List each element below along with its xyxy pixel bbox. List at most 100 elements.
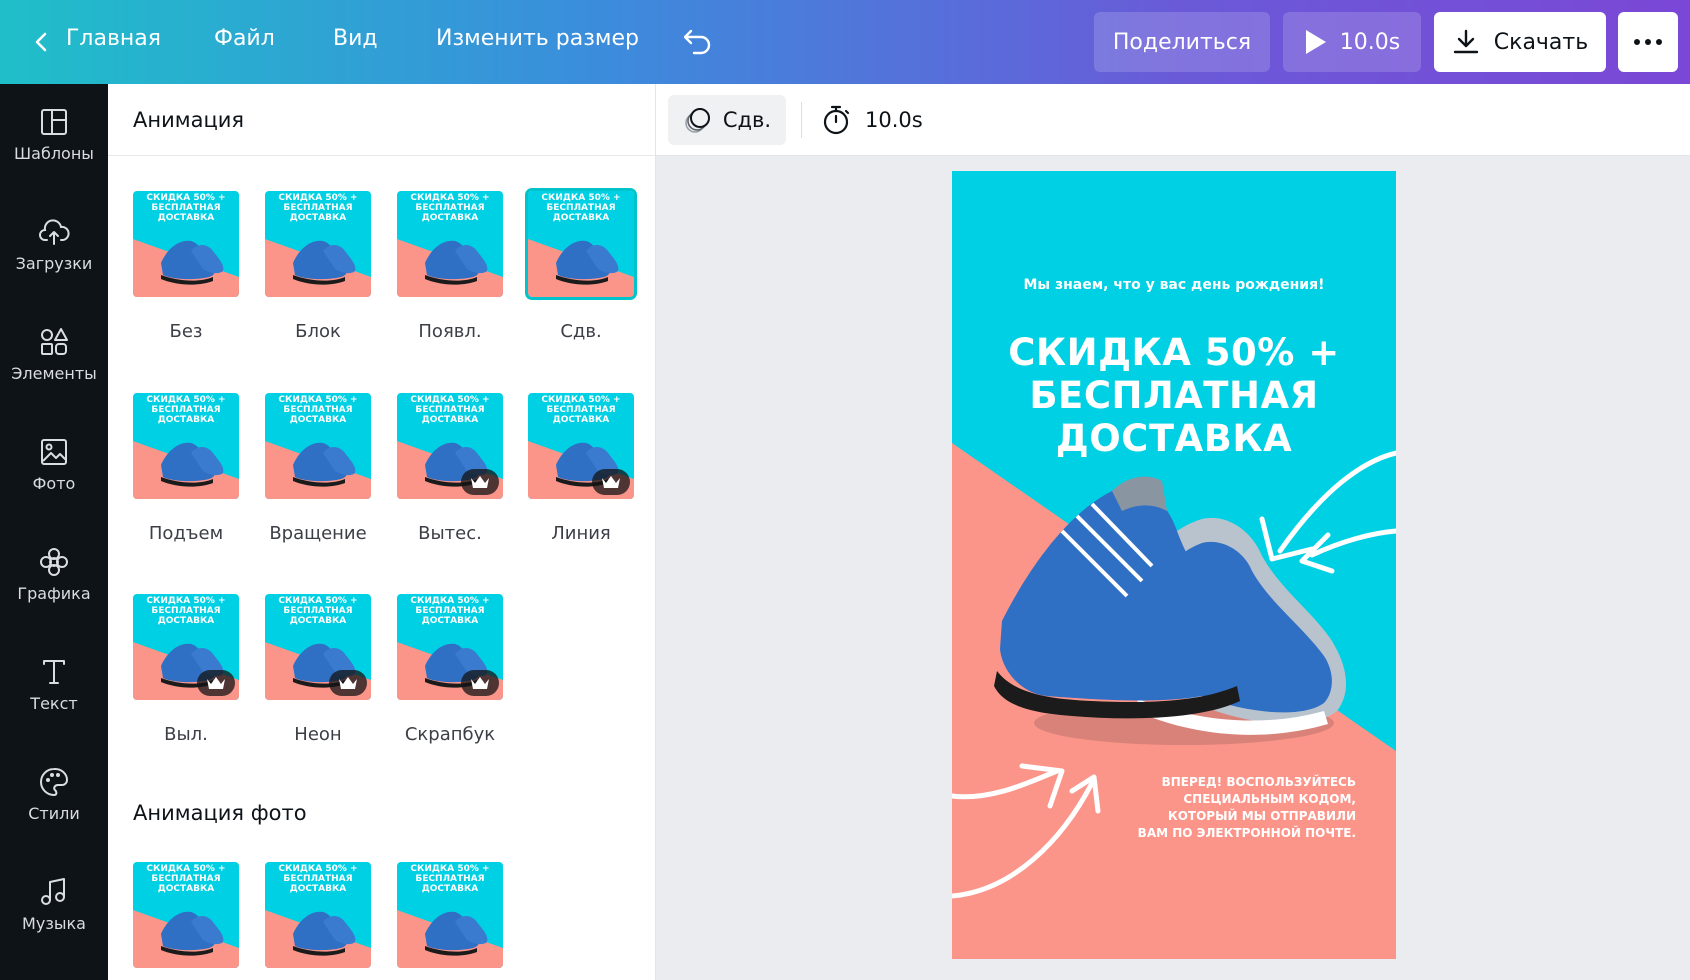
rail-label: Стили: [28, 803, 80, 823]
thumbnail-caption: СКИДКА 50% + БЕСПЛАТНАЯ ДОСТАВКА: [146, 395, 226, 425]
palette-icon: [40, 767, 69, 796]
stopwatch-icon: [823, 105, 850, 135]
animation-option-label: Появл.: [418, 321, 482, 342]
animation-option-label: Блок: [295, 321, 341, 342]
download-icon: [1453, 29, 1478, 54]
poster-footer: ВПЕРЕД! ВОСПОЛЬЗУЙТЕСЬ СПЕЦИАЛЬНЫМ КОДОМ…: [1116, 774, 1356, 842]
animation-option[interactable]: СКИДКА 50% + БЕСПЛАТНАЯ ДОСТАВКА: [397, 393, 503, 499]
animation-option[interactable]: СКИДКА 50% + БЕСПЛАТНАЯ ДОСТАВКА: [133, 594, 239, 700]
crown-icon: [592, 469, 630, 495]
animation-panel: Анимация СКИДКА 50% + БЕСПЛАТНАЯ ДОСТАВК…: [108, 84, 656, 980]
footer-line: СПЕЦИАЛЬНЫМ КОДОМ,: [1183, 792, 1356, 806]
rail-label: Текст: [30, 693, 78, 713]
thumbnail-caption: СКИДКА 50% + БЕСПЛАТНАЯ ДОСТАВКА: [410, 596, 490, 626]
thumbnail-caption: СКИДКА 50% + БЕСПЛАТНАЯ ДОСТАВКА: [278, 193, 358, 223]
animation-option-label: Подъем: [148, 523, 224, 544]
duration-label: 10.0s: [865, 108, 923, 132]
play-button[interactable]: 10.0s: [1283, 12, 1421, 72]
rail-item-styles[interactable]: Стили: [0, 744, 108, 844]
undo-icon[interactable]: [682, 26, 714, 56]
crown-icon: [461, 670, 499, 696]
text-icon: [43, 659, 65, 684]
file-menu[interactable]: Файл: [214, 26, 275, 51]
poster-headline: СКИДКА 50% + БЕСПЛАТНАЯ ДОСТАВКА: [962, 331, 1386, 460]
thumbnail-caption: СКИДКА 50% + БЕСПЛАТНАЯ ДОСТАВКА: [410, 864, 490, 894]
animation-option-label: Вытес.: [418, 523, 482, 544]
home-link[interactable]: Главная: [66, 26, 161, 51]
thumbnail-caption: СКИДКА 50% + БЕСПЛАТНАЯ ДОСТАВКА: [146, 193, 226, 223]
animation-option-label: Линия: [551, 523, 611, 544]
headline-line: БЕСПЛАТНАЯ: [1029, 374, 1319, 417]
crown-icon: [329, 670, 367, 696]
resize-menu[interactable]: Изменить размер: [436, 26, 639, 51]
animation-option[interactable]: СКИДКА 50% + БЕСПЛАТНАЯ ДОСТАВКА: [133, 393, 239, 499]
photo-animation-option[interactable]: СКИДКА 50% + БЕСПЛАТНАЯ ДОСТАВКА: [265, 862, 371, 968]
animation-option-label: Неон: [294, 724, 342, 745]
rail-label: Шаблоны: [14, 143, 94, 163]
animation-option-label: Сдв.: [560, 321, 602, 342]
duration-button[interactable]: 10.0s: [821, 95, 923, 145]
animate-circles-icon: [685, 108, 710, 133]
rail-label: Элементы: [11, 363, 97, 383]
footer-line: ВАМ ПО ЭЛЕКТРОННОЙ ПОЧТЕ.: [1137, 826, 1356, 840]
rail-label: Фото: [32, 473, 76, 493]
animation-option[interactable]: СКИДКА 50% + БЕСПЛАТНАЯ ДОСТАВКА: [525, 188, 637, 300]
photo-icon: [41, 438, 67, 465]
thumbnail-caption: СКИДКА 50% + БЕСПЛАТНАЯ ДОСТАВКА: [146, 864, 226, 894]
crown-icon: [461, 469, 499, 495]
download-button[interactable]: Скачать: [1434, 12, 1606, 72]
thumbnail-caption: СКИДКА 50% + БЕСПЛАТНАЯ ДОСТАВКА: [410, 193, 490, 223]
animation-option[interactable]: СКИДКА 50% + БЕСПЛАТНАЯ ДОСТАВКА: [397, 191, 503, 297]
top-bar: Главная Файл Вид Изменить размер Поделит…: [0, 0, 1690, 84]
thumbnail-caption: СКИДКА 50% + БЕСПЛАТНАЯ ДОСТАВКА: [410, 395, 490, 425]
rail-item-templates[interactable]: Шаблоны: [0, 84, 108, 184]
animation-option-label: Вращение: [269, 523, 367, 544]
animation-option[interactable]: СКИДКА 50% + БЕСПЛАТНАЯ ДОСТАВКА: [133, 191, 239, 297]
upload-cloud-icon: [39, 218, 70, 245]
design-poster[interactable]: Мы знаем, что у вас день рождения! СКИДК…: [952, 171, 1396, 959]
rail-item-music[interactable]: Музыка: [0, 854, 108, 954]
animation-option[interactable]: СКИДКА 50% + БЕСПЛАТНАЯ ДОСТАВКА: [265, 393, 371, 499]
rail-item-photos[interactable]: Фото: [0, 414, 108, 514]
shapes-icon: [41, 327, 68, 355]
crown-icon: [197, 670, 235, 696]
animation-option-label: Без: [169, 321, 203, 342]
animation-option[interactable]: СКИДКА 50% + БЕСПЛАТНАЯ ДОСТАВКА: [397, 594, 503, 700]
download-label: Скачать: [1493, 29, 1589, 55]
share-button[interactable]: Поделиться: [1094, 12, 1270, 72]
headline-line: ДОСТАВКА: [1055, 417, 1293, 460]
animation-option-label: Выл.: [164, 724, 208, 745]
headline-line: СКИДКА 50% +: [1008, 331, 1340, 374]
animation-option[interactable]: СКИДКА 50% + БЕСПЛАТНАЯ ДОСТАВКА: [265, 594, 371, 700]
arrow-line-top: [1277, 450, 1396, 554]
chevron-left-icon[interactable]: [30, 30, 54, 54]
rail-label: Графика: [17, 583, 91, 603]
animation-option[interactable]: СКИДКА 50% + БЕСПЛАТНАЯ ДОСТАВКА: [265, 191, 371, 297]
thumbnail-caption: СКИДКА 50% + БЕСПЛАТНАЯ ДОСТАВКА: [541, 193, 621, 223]
rail-item-elements[interactable]: Элементы: [0, 304, 108, 404]
photo-animation-option[interactable]: СКИДКА 50% + БЕСПЛАТНАЯ ДОСТАВКА: [133, 862, 239, 968]
music-icon: [41, 877, 65, 905]
left-nav-rail: Шаблоны Загрузки Элементы Фото Графика Т…: [0, 84, 108, 980]
context-toolbar: Сдв. 10.0s: [656, 84, 1690, 156]
photo-animation-option[interactable]: СКИДКА 50% + БЕСПЛАТНАЯ ДОСТАВКА: [397, 862, 503, 968]
rail-item-graphics[interactable]: Графика: [0, 524, 108, 624]
rail-item-uploads[interactable]: Загрузки: [0, 194, 108, 294]
share-label: Поделиться: [1112, 29, 1252, 55]
play-duration: 10.0s: [1339, 29, 1401, 55]
flower-icon: [40, 547, 68, 576]
view-menu[interactable]: Вид: [333, 26, 378, 51]
toolbar-divider: [801, 102, 802, 138]
panel-title: Анимация: [108, 84, 655, 156]
rail-label: Загрузки: [15, 253, 93, 273]
footer-line: ВПЕРЕД! ВОСПОЛЬЗУЙТЕСЬ: [1161, 775, 1356, 789]
animate-label: Сдв.: [722, 108, 772, 132]
more-options-button[interactable]: [1618, 12, 1678, 72]
thumbnail-caption: СКИДКА 50% + БЕСПЛАТНАЯ ДОСТАВКА: [278, 864, 358, 894]
app-window: Главная Файл Вид Изменить размер Поделит…: [0, 0, 1690, 980]
animate-button[interactable]: Сдв.: [668, 95, 786, 145]
thumbnail-caption: СКИДКА 50% + БЕСПЛАТНАЯ ДОСТАВКА: [146, 596, 226, 626]
footer-line: КОТОРЫЙ МЫ ОТПРАВИЛИ: [1167, 809, 1356, 823]
animation-option[interactable]: СКИДКА 50% + БЕСПЛАТНАЯ ДОСТАВКА: [528, 393, 634, 499]
rail-item-text[interactable]: Текст: [0, 634, 108, 734]
